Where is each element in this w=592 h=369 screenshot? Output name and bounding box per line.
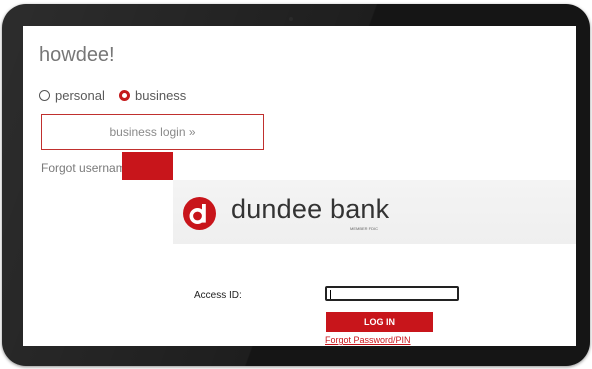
access-id-input[interactable] [325, 286, 459, 301]
login-button[interactable]: LOG IN [326, 312, 433, 332]
forgot-password-pin-link[interactable]: Forgot Password/PIN [325, 335, 411, 345]
bank-login-panel: dundee bank MEMBER FDIC Access ID: LOG I… [173, 152, 576, 346]
camera-icon [289, 17, 293, 21]
dundee-d-logo-icon [183, 197, 216, 230]
radio-unchecked-icon[interactable] [39, 90, 50, 101]
radio-business-label: business [135, 88, 187, 103]
business-login-button[interactable]: business login » [41, 114, 264, 150]
radio-checked-icon[interactable] [119, 90, 130, 101]
brand-name: dundee bank [231, 194, 390, 224]
radio-personal-label: personal [55, 88, 105, 103]
access-id-label: Access ID: [194, 290, 242, 301]
page-title: howdee! [39, 44, 115, 66]
tablet-screen: howdee! personal business business login… [23, 26, 576, 346]
member-fdic-text: MEMBER FDIC [350, 226, 378, 231]
tablet-frame: howdee! personal business business login… [2, 4, 590, 366]
